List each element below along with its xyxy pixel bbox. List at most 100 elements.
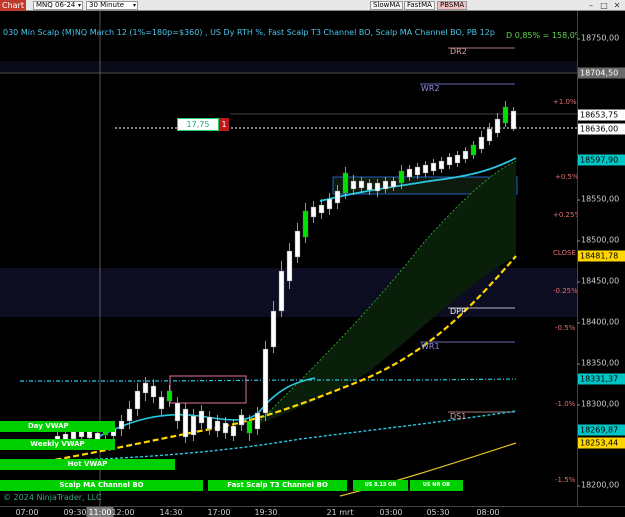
candle-body <box>342 172 349 194</box>
price-marker-weekly-vwap: 18331,37 <box>578 373 625 385</box>
instrument-value: MNQ 06-24 <box>36 1 76 9</box>
candle-body <box>150 385 157 398</box>
price-chart[interactable]: 030 Min Scalp (M)NQ March 12 (1%=180p=$3… <box>0 11 577 506</box>
order-quantity-badge[interactable]: 1 <box>219 118 229 131</box>
candle-body <box>126 408 133 422</box>
candle-body <box>262 348 269 414</box>
order-price-box[interactable]: 17,75 <box>177 118 219 131</box>
x-tick: 12:00 <box>111 508 135 517</box>
candle-body <box>374 182 381 192</box>
x-tick: 08:00 <box>476 508 500 517</box>
candle-body <box>486 128 493 142</box>
pct-minus-05: -0.5% <box>555 324 576 332</box>
x-tick: 03:00 <box>379 508 403 517</box>
pct-plus-1: +1.0% <box>553 98 577 106</box>
candle-body <box>366 182 373 191</box>
slow-ma-button[interactable]: SlowMA <box>370 1 404 10</box>
fast-ma-button[interactable]: FastMA <box>404 1 435 10</box>
maximize-icon[interactable]: □ <box>599 1 609 10</box>
candle-body <box>142 382 149 394</box>
candle-body <box>198 410 205 424</box>
pct-minus-15: -1.5% <box>555 476 576 484</box>
us-nr-or-bar: US NR OR <box>410 480 463 491</box>
candle-body <box>502 106 509 124</box>
day-vwap-bar: Day VWAP <box>0 421 115 432</box>
candle-body <box>510 110 517 130</box>
candle-body <box>70 430 77 440</box>
close-icon[interactable]: ✕ <box>612 1 622 10</box>
candle-body <box>326 198 333 210</box>
level-dr2: DR2 <box>450 47 467 56</box>
candle-body <box>158 396 165 410</box>
candle-body <box>350 180 357 190</box>
time-axis[interactable]: 07:00 09:30 11:00 12:00 14:30 17:00 19:3… <box>0 506 625 517</box>
band-top <box>0 61 577 73</box>
pct-plus-025: +0.25% <box>553 211 577 219</box>
candle-body <box>454 154 461 164</box>
chevron-down-icon: ▾ <box>132 2 136 9</box>
chart-toolbar: Chart MNQ 06-24 ▾ 30 Minute ▾ SlowMA Fas… <box>0 0 625 11</box>
x-tick: 09:30 <box>63 508 87 517</box>
candle-body <box>214 420 221 432</box>
candle-body <box>182 408 189 438</box>
candle-body <box>302 210 309 238</box>
candle-body <box>310 206 317 218</box>
price-marker-high: 18704,50 <box>578 67 625 79</box>
price-marker-fast-ma: 18597,90 <box>578 154 625 166</box>
pct-minus-025: -0.25% <box>553 287 577 295</box>
x-tick: 17:00 <box>207 508 231 517</box>
chevron-down-icon: ▾ <box>77 2 81 9</box>
copyright: © 2024 NinjaTrader, LLC <box>3 493 102 502</box>
y-tick: 18300,00 <box>576 399 620 409</box>
candle-body <box>438 160 445 170</box>
candle-body <box>246 420 253 434</box>
instrument-selector[interactable]: MNQ 06-24 ▾ <box>33 1 83 10</box>
candle-body <box>318 204 325 214</box>
candle-body <box>382 180 389 190</box>
level-dpp: DPP <box>450 307 466 316</box>
candle-body <box>286 250 293 282</box>
fast-scalp-t3-bar: Fast Scalp T3 Channel BO <box>208 480 347 491</box>
weekly-vwap-bar: Weekly VWAP <box>0 439 115 450</box>
candle-body <box>190 415 197 436</box>
price-marker-channel: 18269,87 <box>578 424 625 436</box>
pbsma-button[interactable]: PBSMA <box>437 1 468 10</box>
price-marker-last: 18653,75 <box>578 109 625 121</box>
pct-minus-1: -1.0% <box>555 400 576 408</box>
candle-body <box>294 230 301 258</box>
hot-vwap-bar: Hot VWAP <box>0 459 175 470</box>
y-tick: 18400,00 <box>576 317 620 327</box>
minimize-icon[interactable]: – <box>586 1 596 10</box>
x-tick-crosshair: 11:00 <box>86 507 114 517</box>
y-tick: 18750,00 <box>576 33 620 43</box>
us-815-or-bar: US 8.15 OR <box>353 480 408 491</box>
scalp-ma-channel-bar: Scalp MA Channel BO <box>0 480 203 491</box>
level-ds1: DS1 <box>450 412 467 421</box>
x-tick: 14:30 <box>159 508 183 517</box>
candle-body <box>430 162 437 172</box>
x-tick: 21 mrt <box>326 508 354 517</box>
candle-body <box>174 402 181 422</box>
level-wr1: WR1 <box>421 342 440 351</box>
price-marker-slow-ma: 18481,78 <box>578 250 625 262</box>
candle-body <box>470 144 477 156</box>
chart-tab[interactable]: Chart <box>0 0 26 11</box>
candle-body <box>206 416 213 430</box>
x-tick: 07:00 <box>15 508 39 517</box>
price-marker-position: 18636,00 <box>578 123 625 135</box>
pnl-readout: D 0,85% = 158,0% <box>506 31 577 40</box>
candle-body <box>118 420 125 430</box>
candle-body <box>222 422 229 434</box>
candle-body <box>446 156 453 166</box>
y-tick: 18200,00 <box>576 480 620 490</box>
x-tick: 19:30 <box>254 508 278 517</box>
x-tick: 05:30 <box>426 508 450 517</box>
interval-selector[interactable]: 30 Minute ▾ <box>86 1 138 10</box>
candle-body <box>166 390 173 402</box>
candle-body <box>422 164 429 174</box>
candle-body <box>334 190 341 204</box>
candle-body <box>358 180 365 189</box>
pct-plus-05: +0.5% <box>555 173 577 181</box>
interval-value: 30 Minute <box>89 1 125 9</box>
price-axis[interactable]: 18750,00 18550,00 18500,00 18450,00 1840… <box>576 11 625 506</box>
